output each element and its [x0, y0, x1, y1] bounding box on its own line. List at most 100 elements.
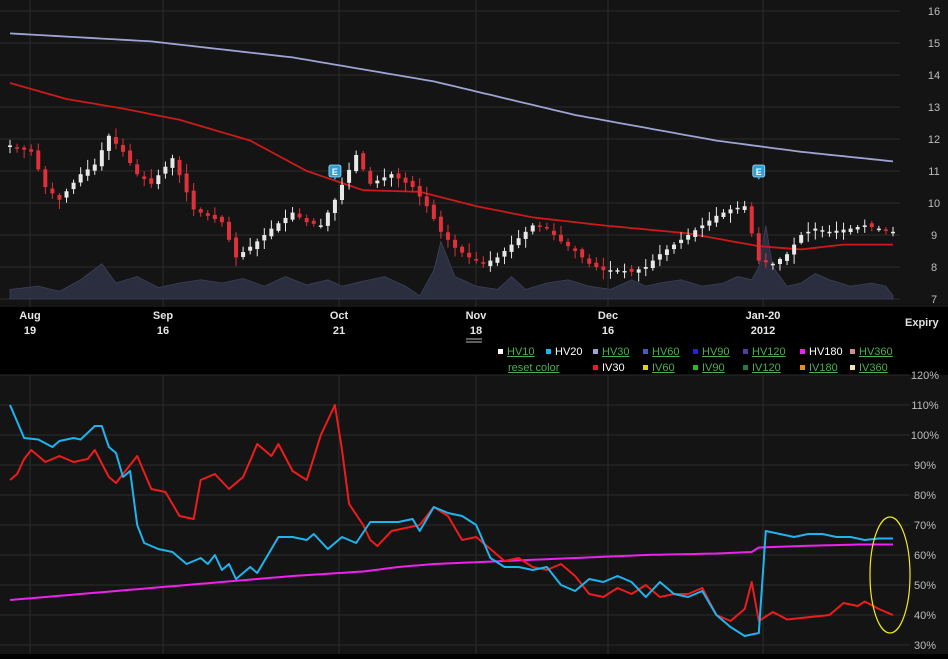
candle-body — [184, 173, 189, 193]
candle-body — [735, 207, 740, 210]
candle-body — [777, 259, 782, 264]
legend-item-hv360[interactable]: HV360 — [850, 346, 893, 358]
legend-swatch — [693, 349, 698, 354]
candle-body — [269, 228, 274, 237]
candle-body — [8, 145, 12, 147]
x-tick-day: 19 — [24, 325, 36, 337]
candle-body — [792, 244, 797, 255]
legend-item-hv10[interactable]: HV10 — [498, 346, 535, 358]
candle-body — [226, 221, 231, 240]
legend-item-hv20[interactable]: HV20 — [546, 346, 583, 358]
candle-body — [290, 212, 295, 220]
candle-body — [573, 248, 578, 251]
expiry-label: Expiry — [905, 317, 940, 329]
legend-swatch — [643, 349, 648, 354]
legend-swatch — [743, 349, 748, 354]
candle-body — [883, 229, 888, 231]
candle-body — [311, 220, 316, 224]
candle-body — [551, 230, 556, 235]
candle-body — [205, 213, 210, 216]
candle-body — [467, 252, 472, 258]
legend-item-iv180[interactable]: IV180 — [800, 362, 838, 374]
x-tick-day: 16 — [157, 325, 169, 337]
candle-body — [347, 169, 352, 183]
candle-body — [636, 269, 641, 273]
legend-label: IV120 — [752, 362, 781, 374]
reset-color-link[interactable]: reset color — [508, 362, 559, 374]
candle-body — [558, 234, 563, 242]
legend-swatch — [850, 365, 855, 370]
candle-body — [43, 169, 48, 187]
top-y-tick: 8 — [931, 262, 937, 274]
legend-label: HV30 — [602, 346, 630, 358]
legend-swatch — [850, 349, 855, 354]
legend-label: IV30 — [602, 362, 625, 374]
top-y-tick: 7 — [931, 294, 937, 306]
candle-body — [516, 238, 521, 246]
x-tick-day: 21 — [333, 325, 345, 337]
legend-item-iv90[interactable]: IV90 — [693, 362, 725, 374]
candle-body — [523, 231, 528, 239]
candle-body — [615, 270, 620, 272]
legend-item-hv90[interactable]: HV90 — [693, 346, 730, 358]
candle-body — [785, 254, 790, 261]
chart-stage: E E 16 15 14 13 12 11 10 9 8 7 Aug 19 Sep 16 Oct 21 Nov 1… — [0, 0, 948, 654]
legend-item-hv30[interactable]: HV30 — [593, 346, 630, 358]
candle-body — [410, 180, 415, 187]
candle-body — [862, 225, 867, 228]
candle-body — [608, 270, 613, 272]
legend-swatch — [593, 349, 598, 354]
candle-body — [453, 239, 458, 248]
bottom-y-tick: 90% — [914, 460, 936, 472]
legend-item-hv180[interactable]: HV180 — [800, 346, 843, 358]
candle-body — [142, 176, 147, 179]
date-axis: Aug 19 Sep 16 Oct 21 Nov 18 Dec 16 Jan-20 2012 — [19, 310, 780, 337]
legend-item-hv60[interactable]: HV60 — [643, 346, 680, 358]
candle-body — [71, 182, 76, 190]
bottom-y-tick: 50% — [914, 580, 936, 592]
legend-item-hv120[interactable]: HV120 — [743, 346, 786, 358]
candle-body — [806, 231, 811, 234]
candle-body — [340, 184, 345, 201]
x-tick-month: Nov — [466, 310, 488, 322]
candle-body — [368, 170, 373, 184]
volatility-chart: E E 16 15 14 13 12 11 10 9 8 7 Aug 19 Sep 16 Oct 21 Nov 1… — [0, 0, 948, 654]
legend-item-iv360[interactable]: IV360 — [850, 362, 888, 374]
bottom-y-tick: 100% — [911, 430, 939, 442]
candle-body — [799, 235, 804, 243]
legend-label: IV180 — [809, 362, 838, 374]
bottom-y-tick: 60% — [914, 550, 936, 562]
candle-body — [650, 260, 655, 269]
candle-body — [580, 249, 585, 258]
x-tick-day: 16 — [602, 325, 614, 337]
legend-item-iv60[interactable]: IV60 — [643, 362, 675, 374]
candle-body — [629, 268, 634, 272]
candle-body — [431, 204, 436, 219]
candle-body — [276, 223, 281, 231]
candle-body — [283, 217, 288, 224]
candle-body — [679, 239, 684, 244]
candle-body — [594, 262, 599, 267]
x-tick-month: Oct — [330, 310, 349, 322]
scroll-grip[interactable] — [466, 338, 482, 343]
candle-body — [495, 257, 500, 263]
candle-body — [693, 230, 698, 237]
legend-item-iv120[interactable]: IV120 — [743, 362, 781, 374]
earnings-marker-label: E — [756, 167, 762, 177]
legend-label: IV360 — [859, 362, 888, 374]
candle-body — [502, 251, 507, 257]
candle-body — [544, 226, 549, 229]
candle-body — [827, 231, 832, 234]
candle-body — [212, 214, 217, 219]
legend-item-iv30[interactable]: IV30 — [593, 362, 625, 374]
candle-body — [29, 149, 34, 152]
candle-body — [481, 262, 486, 264]
bottom-y-tick: 30% — [914, 640, 936, 652]
legend-label: HV60 — [652, 346, 680, 358]
candle-body — [707, 220, 712, 226]
candle-body — [848, 228, 853, 233]
legend-label: IV60 — [652, 362, 675, 374]
candle-body — [149, 178, 154, 184]
candle-body — [488, 260, 493, 267]
candle-body — [876, 228, 881, 231]
